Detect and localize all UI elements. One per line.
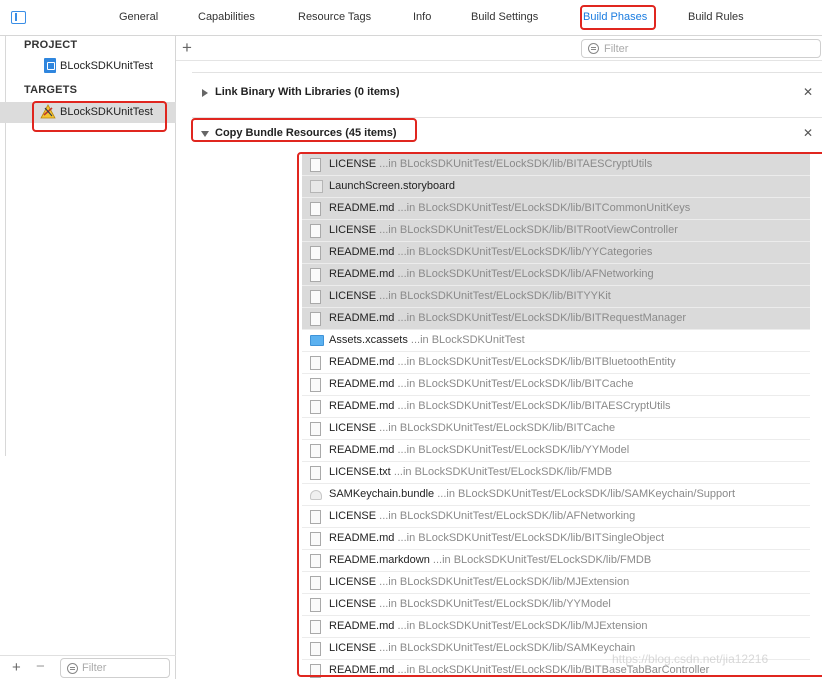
tab-build-rules[interactable]: Build Rules [688, 11, 744, 23]
project-navigator-sidebar: PROJECT BLockSDKUnitTest TARGETS BLockSD… [0, 36, 176, 679]
add-build-phase-button[interactable]: + [182, 38, 192, 58]
build-phases-editor: + Filter Link Binary With Libraries (0 i… [176, 36, 822, 679]
add-target-button[interactable]: + [12, 659, 21, 676]
project-file-icon [44, 58, 56, 73]
filter-icon [588, 43, 599, 54]
sidebar-bottom-bar: + − Filter [0, 655, 176, 679]
tab-build-settings[interactable]: Build Settings [471, 11, 538, 23]
phase-link-binary: Link Binary With Libraries (0 items) ✕ [192, 72, 822, 117]
highlight-box-file-list [297, 152, 822, 677]
editor-tab-bar: General Capabilities Resource Tags Info … [0, 0, 822, 36]
tab-info[interactable]: Info [413, 11, 431, 23]
tab-general[interactable]: General [119, 11, 158, 23]
filter-placeholder: Filter [82, 662, 107, 674]
phase-header[interactable]: Link Binary With Libraries (0 items) ✕ [192, 82, 822, 104]
filter-icon [67, 663, 78, 674]
divider [5, 36, 6, 456]
tab-resource-tags[interactable]: Resource Tags [298, 11, 371, 23]
close-icon[interactable]: ✕ [803, 126, 813, 140]
sidebar-item-label: BLockSDKUnitTest [60, 60, 153, 72]
highlight-box-target [32, 101, 167, 132]
close-icon[interactable]: ✕ [803, 85, 813, 99]
tab-capabilities[interactable]: Capabilities [198, 11, 255, 23]
sidebar-item-project[interactable]: BLockSDKUnitTest [0, 56, 176, 77]
build-phases-toolbar: + Filter [176, 36, 822, 61]
remove-target-button[interactable]: − [36, 658, 45, 675]
sidebar-filter-field[interactable]: Filter [60, 658, 170, 678]
build-phases-filter-field[interactable]: Filter [581, 39, 821, 58]
phase-title: Link Binary With Libraries (0 items) [215, 86, 400, 98]
highlight-box-copy-bundle [191, 118, 417, 142]
project-section-header: PROJECT [24, 39, 78, 51]
disclosure-triangle-icon[interactable] [202, 89, 208, 97]
targets-section-header: TARGETS [24, 84, 78, 96]
watermark-text: https://blog.csdn.net/jia12216 [612, 652, 769, 666]
filter-placeholder: Filter [604, 43, 629, 55]
sidebar-toggle-icon[interactable] [11, 11, 26, 24]
highlight-box-build-phases [580, 5, 656, 30]
